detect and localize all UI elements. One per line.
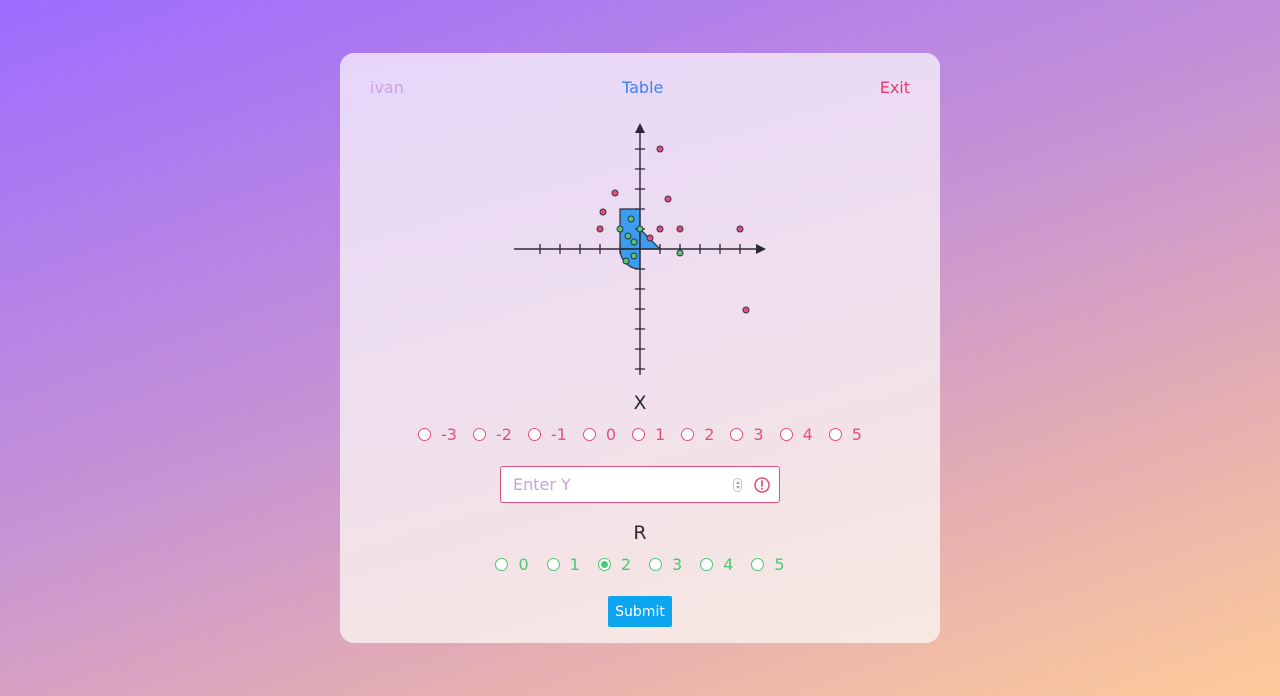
x-section-label: X: [633, 392, 647, 414]
x-radio-circle[interactable]: [681, 428, 695, 441]
y-axis-arrow-icon: [635, 123, 645, 133]
stepper-up-icon[interactable]: [736, 481, 740, 484]
error-icon: [754, 477, 770, 493]
miss-point: [656, 225, 664, 233]
x-option-label: -2: [495, 425, 512, 444]
x-option-neg-1[interactable]: -1: [527, 425, 567, 444]
x-option-5[interactable]: 5: [828, 425, 862, 444]
y-stepper[interactable]: [733, 478, 742, 492]
y-input-wrapper: [500, 466, 780, 503]
r-radio-circle[interactable]: [546, 558, 560, 571]
r-option-1[interactable]: 1: [546, 555, 580, 574]
r-option-0[interactable]: 0: [495, 555, 529, 574]
r-section-label: R: [633, 522, 647, 544]
r-radio-circle[interactable]: [649, 558, 662, 571]
stepper-down-icon[interactable]: [736, 486, 740, 489]
r-radio-circle[interactable]: [597, 558, 611, 571]
hit-point: [630, 238, 638, 246]
hit-point: [630, 252, 638, 260]
x-radio-group: -3 -2 -1 0 1 2 3 4 5: [340, 425, 940, 444]
x-option-4[interactable]: 4: [779, 425, 813, 444]
hit-point: [622, 257, 630, 265]
x-radio-circle[interactable]: [418, 428, 431, 441]
miss-point: [676, 225, 684, 233]
miss-point: [646, 234, 654, 242]
r-radio-group: 0 1 2 3 4 5: [340, 555, 940, 574]
miss-point: [664, 195, 672, 203]
username-link[interactable]: ivan: [370, 78, 404, 97]
x-radio-circle[interactable]: [527, 428, 541, 441]
miss-point: [656, 145, 664, 153]
x-option-label: 2: [704, 425, 715, 444]
x-radio-circle[interactable]: [779, 428, 793, 441]
miss-point: [611, 189, 619, 197]
y-input[interactable]: [501, 467, 745, 502]
x-option-1[interactable]: 1: [632, 425, 665, 444]
x-option-label: 5: [851, 425, 862, 444]
hit-point: [636, 225, 644, 233]
main-card: ivan Table Exit X -3 -2 -1 0 1 2 3 4 5 R…: [340, 53, 940, 643]
r-option-label: 2: [620, 555, 631, 574]
x-option-0[interactable]: 0: [582, 425, 617, 444]
hit-point: [627, 215, 635, 223]
r-option-5[interactable]: 5: [751, 555, 785, 574]
miss-point: [596, 225, 604, 233]
x-option-neg-3[interactable]: -3: [418, 425, 457, 444]
x-radio-circle[interactable]: [730, 428, 744, 441]
x-radio-circle[interactable]: [582, 428, 596, 441]
r-option-4[interactable]: 4: [700, 555, 733, 574]
x-option-label: -1: [550, 425, 567, 444]
r-option-2[interactable]: 2: [597, 555, 631, 574]
x-option-label: 1: [655, 425, 666, 444]
x-option-label: 4: [802, 425, 813, 444]
r-radio-circle[interactable]: [700, 558, 714, 571]
x-radio-circle[interactable]: [828, 428, 842, 441]
r-option-label: 1: [569, 555, 580, 574]
r-option-3[interactable]: 3: [649, 555, 682, 574]
miss-point: [599, 208, 607, 216]
x-radio-circle[interactable]: [632, 428, 646, 441]
r-option-label: 5: [774, 555, 785, 574]
miss-point: [742, 306, 750, 314]
r-option-label: 3: [672, 555, 683, 574]
r-radio-circle[interactable]: [751, 558, 765, 571]
x-option-2[interactable]: 2: [681, 425, 714, 444]
x-axis-arrow-icon: [756, 244, 766, 254]
exit-link[interactable]: Exit: [880, 78, 910, 97]
miss-point: [736, 225, 744, 233]
area-quarter-circle: [619, 248, 641, 270]
r-option-label: 0: [518, 555, 529, 574]
coordinate-graph[interactable]: [514, 123, 766, 375]
r-radio-circle[interactable]: [495, 558, 509, 571]
x-option-label: 3: [753, 425, 764, 444]
table-link[interactable]: Table: [622, 78, 663, 97]
submit-button[interactable]: Submit: [608, 596, 672, 627]
x-option-label: 0: [605, 425, 617, 444]
x-option-3[interactable]: 3: [730, 425, 764, 444]
x-radio-circle[interactable]: [472, 428, 486, 441]
hit-point: [616, 225, 624, 233]
hit-point: [624, 232, 632, 240]
hit-point: [676, 249, 684, 257]
x-option-neg-2[interactable]: -2: [472, 425, 512, 444]
x-option-label: -3: [441, 425, 457, 444]
r-option-label: 4: [723, 555, 734, 574]
